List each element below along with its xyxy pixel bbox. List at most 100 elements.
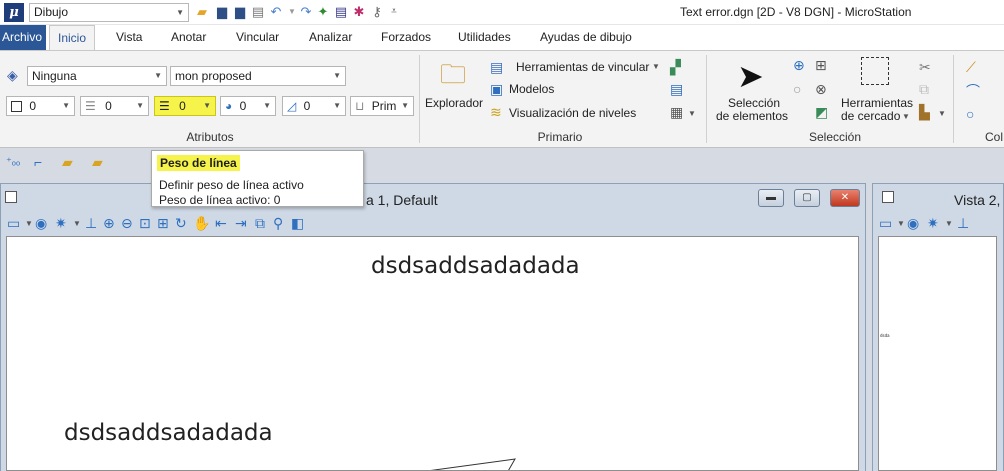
chevron-down-icon[interactable]: ▼ [25, 216, 33, 232]
update-view-icon[interactable]: ⊥ [957, 215, 969, 231]
transparency-dropdown[interactable]: ◿ 0 ▼ [282, 96, 346, 116]
canvas-text-element[interactable]: dsda [880, 333, 890, 338]
compress-icon[interactable]: ▤ [250, 4, 266, 20]
line-weight-dropdown[interactable]: ☰ 0 ▼ [154, 96, 216, 116]
raster-icon[interactable]: ▤ [670, 81, 683, 97]
pin-icon[interactable]: ✦ [315, 4, 331, 20]
settings-grid-icon[interactable]: ▦ [670, 104, 683, 120]
print-icon[interactable]: ▤ [333, 4, 349, 20]
plot-icon[interactable]: ✱ [351, 4, 367, 20]
priority-dropdown[interactable]: ⊔ Prim ▼ [350, 96, 414, 116]
select-mode-4-icon[interactable]: ⊗ [815, 81, 827, 97]
class-dropdown[interactable]: ◕ 0 ▼ [220, 96, 276, 116]
select-elements-label-1[interactable]: Selección [728, 96, 780, 110]
tab-vincular[interactable]: Vincular [228, 25, 287, 50]
models-button[interactable]: Modelos [509, 82, 554, 96]
copy-view-icon[interactable]: ⧉ [255, 215, 265, 231]
save-settings-icon[interactable]: ▆ [232, 4, 248, 20]
view-attributes-icon[interactable]: ▭ [879, 215, 892, 231]
tab-anotar[interactable]: Anotar [163, 25, 214, 50]
lighting-icon[interactable]: ✷ [55, 215, 67, 231]
chevron-down-icon[interactable]: ▼ [897, 216, 905, 232]
key-in-icon[interactable]: ⁺ₒₒ [6, 154, 20, 170]
tab-vista[interactable]: Vista [108, 25, 150, 50]
link-tools-button[interactable]: Herramientas de vincular [516, 60, 649, 74]
arc-tool-icon[interactable]: ⌒ [966, 83, 980, 99]
workflow-value: Dibujo [34, 5, 69, 19]
view-window-2[interactable]: Vista 2, ▭ ▼ ◉ ✷ ▼ ⊥ dsda [872, 183, 1004, 471]
view-menu-icon[interactable] [5, 191, 17, 203]
tab-analizar[interactable]: Analizar [301, 25, 360, 50]
text-style-dropdown[interactable]: mon proposed ▼ [170, 66, 346, 86]
select-elements-label-2[interactable]: de elementos [716, 109, 788, 123]
select-mode-3-icon[interactable]: ○ [793, 81, 801, 97]
fence-tools-label-2[interactable]: de cercado [841, 109, 900, 123]
cut-icon[interactable]: ✂ [919, 59, 931, 75]
view-attributes-icon[interactable]: ▭ [7, 215, 20, 231]
select-mode-icon[interactable]: ⊕ [793, 57, 805, 73]
undo-icon[interactable]: ↶ [268, 4, 284, 20]
explorer-icon[interactable]: 🗀 [437, 59, 469, 91]
minimize-button[interactable]: ▬ [758, 189, 784, 207]
display-style-icon[interactable]: ◉ [907, 215, 919, 231]
customize-qat-icon[interactable]: ⩡ [386, 4, 402, 20]
line-tool-icon[interactable]: ⟋ [966, 59, 976, 75]
open-folder-icon[interactable]: ▰ [194, 4, 210, 20]
view-2-canvas[interactable]: dsda [878, 236, 997, 471]
redo-icon[interactable]: ↷ [298, 4, 314, 20]
tab-archivo[interactable]: Archivo [0, 25, 46, 50]
select-mode-2-icon[interactable]: ⊞ [815, 57, 827, 73]
save-icon[interactable]: ▆ [214, 4, 230, 20]
view-2-titlebar[interactable]: Vista 2, [873, 184, 1003, 212]
tab-utilidades[interactable]: Utilidades [450, 25, 519, 50]
update-view-icon[interactable]: ⊥ [85, 215, 97, 231]
line-style-dropdown[interactable]: ☰ 0 ▼ [80, 96, 149, 116]
window-area-icon[interactable]: ⊡ [139, 215, 151, 231]
chevron-down-icon[interactable]: ▼ [73, 216, 81, 232]
lighting-icon[interactable]: ✷ [927, 215, 939, 231]
select-mode-5-icon[interactable]: ◩ [815, 104, 828, 120]
tab-inicio[interactable]: Inicio [49, 25, 96, 50]
fence-icon[interactable] [861, 57, 889, 85]
view-next-icon[interactable]: ⇥ [235, 215, 247, 231]
zoom-in-icon[interactable]: ⊕ [103, 215, 115, 231]
chevron-down-icon[interactable]: ▼ [652, 59, 660, 75]
fit-view-icon[interactable]: ⊞ [157, 215, 169, 231]
key-icon[interactable]: ⚷ [369, 4, 385, 20]
view-1-canvas[interactable]: dsdsaddsadadada dsdsaddsadadada [6, 236, 859, 471]
cursor-arrow-icon[interactable]: ➤ [737, 59, 764, 93]
canvas-line-element[interactable] [7, 237, 859, 471]
copy-icon[interactable]: ⧉ [919, 81, 929, 97]
tab-forzados[interactable]: Forzados [373, 25, 439, 50]
tab-ayudas-de-dibujo[interactable]: Ayudas de dibujo [532, 25, 640, 50]
open-folder-icon[interactable]: ▰ [62, 154, 73, 170]
references-icon[interactable]: ▞ [670, 59, 681, 75]
open-folder-2-icon[interactable]: ▰ [92, 154, 103, 170]
maximize-button[interactable]: ▢ [794, 189, 820, 207]
paste-icon[interactable]: ▙ [919, 104, 930, 120]
level-display-button[interactable]: Visualización de niveles [509, 106, 636, 120]
explorer-button[interactable]: Explorador [425, 96, 483, 110]
clip-mask-icon[interactable]: ◧ [291, 215, 304, 231]
clip-volume-icon[interactable]: ⚲ [273, 215, 283, 231]
circle-tool-icon[interactable]: ○ [966, 106, 974, 122]
view-1-titlebar[interactable]: a 1, Default ▬ ▢ ✕ [1, 184, 865, 212]
fence-tools-label-1[interactable]: Herramientas [841, 96, 913, 110]
close-button[interactable]: ✕ [830, 189, 860, 207]
microstation-logo-icon[interactable]: μ [4, 3, 24, 22]
view-menu-icon[interactable] [882, 191, 894, 203]
rotate-view-icon[interactable]: ↻ [175, 215, 187, 231]
accudraw-icon[interactable]: ⌐ [34, 154, 42, 170]
display-style-icon[interactable]: ◉ [35, 215, 47, 231]
pan-icon[interactable]: ✋ [193, 215, 210, 231]
chevron-down-icon[interactable]: ▼ [688, 106, 696, 122]
zoom-out-icon[interactable]: ⊖ [121, 215, 133, 231]
workflow-dropdown[interactable]: Dibujo ▼ [29, 3, 189, 22]
color-dropdown[interactable]: 0 ▼ [6, 96, 75, 116]
view-window-1[interactable]: a 1, Default ▬ ▢ ✕ ▭ ▼ ◉ ✷ ▼ ⊥ ⊕ ⊖ ⊡ ⊞ ↻… [0, 183, 866, 471]
chevron-down-icon[interactable]: ▼ [945, 216, 953, 232]
level-dropdown[interactable]: Ninguna ▼ [27, 66, 167, 86]
chevron-down-icon[interactable]: ▼ [938, 106, 946, 122]
view-previous-icon[interactable]: ⇤ [215, 215, 227, 231]
chevron-down-icon[interactable]: ▼ [902, 109, 910, 125]
